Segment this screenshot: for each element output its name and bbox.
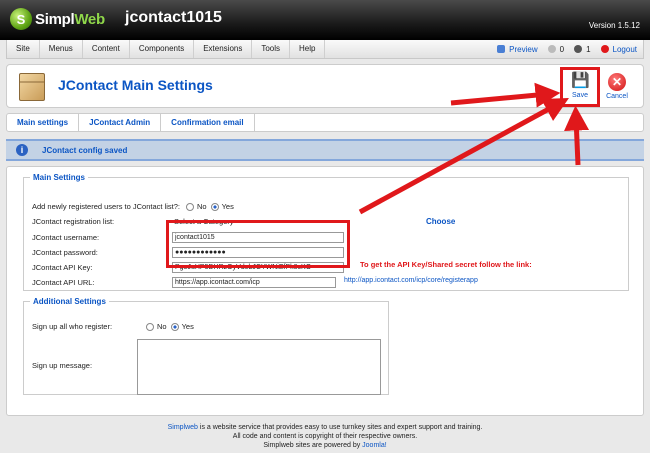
signup-message-row: Sign up message:: [32, 361, 92, 370]
menu-menus[interactable]: Menus: [40, 40, 83, 58]
main-settings-fieldset: Main Settings Add newly registered users…: [23, 173, 629, 291]
add-users-label: Add newly registered users to JContact l…: [32, 202, 180, 211]
footer-line-3: Simplweb sites are powered by Joomla!: [0, 441, 650, 450]
cancel-icon: ✕: [608, 73, 626, 91]
menu-site[interactable]: Site: [7, 40, 40, 58]
users-count[interactable]: 1: [586, 45, 590, 54]
top-header: S SimplWeb jcontact1015 Version 1.5.12: [0, 0, 650, 40]
floppy-disk-icon: 💾: [571, 72, 590, 89]
preview-link[interactable]: Preview: [509, 45, 537, 54]
add-users-row: Add newly registered users to JContact l…: [32, 202, 234, 211]
page-toolbar: JContact Main Settings 💾 Save ✕ Cancel: [6, 64, 644, 108]
joomla-link[interactable]: Joomla!: [362, 442, 387, 449]
component-box-icon: [19, 73, 45, 101]
add-users-yes-label: Yes: [221, 202, 234, 211]
menu-help[interactable]: Help: [290, 40, 326, 58]
api-url-label: JContact API URL:: [32, 278, 95, 287]
system-message: i JContact config saved: [6, 139, 644, 161]
add-users-no-radio[interactable]: [186, 202, 194, 211]
info-icon: i: [16, 144, 28, 156]
additional-settings-legend: Additional Settings: [33, 297, 106, 306]
register-app-link[interactable]: http://app.icontact.com/icp/core/registe…: [344, 277, 478, 284]
signup-yes-radio[interactable]: [170, 322, 179, 331]
save-button[interactable]: 💾 Save: [560, 67, 600, 107]
username-label: JContact username:: [32, 233, 100, 242]
version-label: Version 1.5.12: [588, 21, 640, 30]
api-url-input[interactable]: https://app.icontact.com/icp: [172, 277, 336, 288]
menu-components[interactable]: Components: [130, 40, 195, 58]
signup-no-label: No: [157, 322, 167, 331]
menu-tools[interactable]: Tools: [252, 40, 291, 58]
api-key-note: To get the API Key/Shared secret follow …: [360, 260, 532, 269]
api-url-row: JContact API URL:: [32, 278, 182, 287]
logo-icon: S: [10, 8, 32, 30]
users-icon: [574, 45, 583, 53]
menu-extensions[interactable]: Extensions: [194, 40, 253, 58]
choose-link[interactable]: Choose: [426, 217, 455, 226]
password-row: JContact password:: [32, 248, 182, 257]
preview-icon: [497, 45, 506, 53]
status-area: Preview 0 1 Logout: [497, 40, 637, 58]
password-label: JContact password:: [32, 248, 98, 257]
settings-form: Main Settings Add newly registered users…: [6, 166, 644, 416]
add-users-no-label: No: [197, 202, 207, 211]
main-menu-bar: Site Menus Content Components Extensions…: [6, 40, 644, 59]
footer-line-3-text: Simplweb sites are powered by: [263, 442, 363, 449]
messages-count[interactable]: 0: [560, 45, 564, 54]
messages-icon: [547, 45, 556, 53]
username-row: JContact username:: [32, 233, 182, 242]
settings-submenu: Main settings JContact Admin Confirmatio…: [6, 113, 644, 132]
add-users-yes-radio[interactable]: [210, 202, 219, 211]
additional-settings-fieldset: Additional Settings Sign up all who regi…: [23, 297, 389, 395]
logout-link[interactable]: Logout: [613, 45, 637, 54]
simplweb-logo[interactable]: S SimplWeb: [10, 7, 105, 31]
signup-label: Sign up all who register:: [32, 322, 113, 331]
simplweb-link[interactable]: Simplweb: [168, 424, 198, 431]
footer-line-2: All code and content is copyright of the…: [232, 433, 418, 440]
save-label: Save: [572, 92, 588, 99]
tab-jcontact-admin[interactable]: JContact Admin: [79, 114, 162, 131]
signup-message-textarea[interactable]: [137, 339, 381, 395]
site-name: jcontact1015: [125, 9, 222, 26]
signup-message-label: Sign up message:: [32, 361, 93, 370]
signup-yes-label: Yes: [181, 322, 194, 331]
message-text: JContact config saved: [42, 145, 128, 155]
footer-line-1-text: is a website service that provides easy …: [197, 424, 483, 431]
api-key-label: JContact API Key:: [32, 263, 93, 272]
tab-main-settings[interactable]: Main settings: [7, 114, 80, 131]
page-title: JContact Main Settings: [58, 77, 213, 93]
main-settings-legend: Main Settings: [33, 173, 86, 182]
tab-confirmation-email[interactable]: Confirmation email: [161, 114, 255, 131]
registration-list-label: JContact registration list:: [32, 217, 115, 226]
logo-text: SimplWeb: [35, 10, 105, 28]
signup-row: Sign up all who register: No Yes: [32, 322, 194, 331]
footer: Simplweb is a website service that provi…: [0, 423, 650, 450]
footer-line-1: Simplweb is a website service that provi…: [0, 423, 650, 432]
signup-no-radio[interactable]: [146, 322, 154, 331]
cancel-button[interactable]: ✕ Cancel: [599, 71, 635, 105]
logout-icon: [600, 45, 609, 53]
api-key-row: JContact API Key:: [32, 263, 182, 272]
cancel-label: Cancel: [606, 93, 628, 100]
credentials-highlight-box: [166, 220, 350, 268]
menu-content[interactable]: Content: [83, 40, 130, 58]
